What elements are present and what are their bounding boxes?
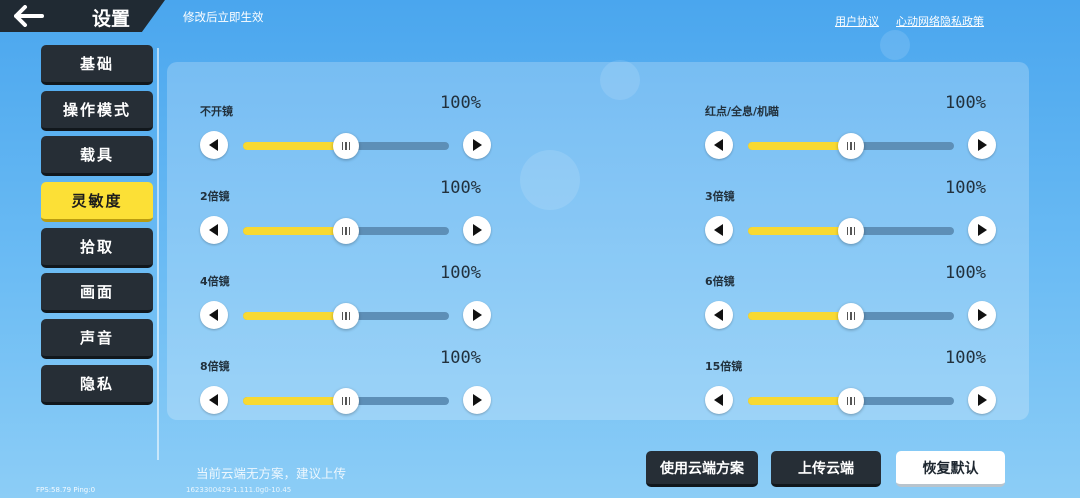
sidebar-divider [157, 48, 159, 460]
apply-hint-text: 修改后立即生效 [183, 10, 264, 24]
slider-thumb[interactable] [838, 303, 864, 329]
page-title: 设置 [92, 8, 131, 30]
sidebar-item-privacy[interactable]: 隐私 [41, 364, 153, 405]
slider-label: 2倍镜 [200, 190, 230, 203]
slider-8x-scope: 8倍镜 100% [200, 330, 494, 414]
decrease-button[interactable] [705, 386, 733, 414]
decrease-button[interactable] [705, 131, 733, 159]
slider-track[interactable] [243, 133, 449, 159]
slider-label: 8倍镜 [200, 360, 230, 373]
slider-label: 6倍镜 [705, 275, 735, 288]
slider-thumb[interactable] [838, 218, 864, 244]
increase-button[interactable] [463, 301, 491, 329]
increase-button[interactable] [463, 386, 491, 414]
slider-value: 100% [945, 178, 986, 198]
left-triangle-icon [714, 309, 723, 321]
sidebar-item-sound[interactable]: 声音 [41, 319, 153, 360]
right-triangle-icon [978, 139, 987, 151]
left-triangle-icon [714, 224, 723, 236]
increase-button[interactable] [968, 216, 996, 244]
use-cloud-scheme-button[interactable]: 使用云端方案 [646, 451, 758, 487]
increase-button[interactable] [968, 386, 996, 414]
sensitivity-panel: 不开镜 100% 红点/全息/机瞄 100% 2倍镜 100% 3倍镜 100%… [167, 62, 1029, 420]
slider-thumb[interactable] [333, 218, 359, 244]
slider-track[interactable] [243, 218, 449, 244]
decrease-button[interactable] [705, 301, 733, 329]
increase-button[interactable] [968, 301, 996, 329]
sidebar-item-control-mode[interactable]: 操作模式 [41, 90, 153, 131]
slider-label: 不开镜 [200, 105, 233, 118]
slider-thumb[interactable] [333, 303, 359, 329]
right-triangle-icon [978, 224, 987, 236]
slider-track[interactable] [748, 133, 954, 159]
left-triangle-icon [209, 394, 218, 406]
right-triangle-icon [978, 394, 987, 406]
slider-4x-scope: 4倍镜 100% [200, 245, 494, 329]
decrease-button[interactable] [200, 131, 228, 159]
slider-no-scope: 不开镜 100% [200, 75, 494, 159]
slider-track[interactable] [748, 218, 954, 244]
left-triangle-icon [209, 309, 218, 321]
slider-label: 15倍镜 [705, 360, 743, 373]
sidebar-item-vehicle[interactable]: 载具 [41, 136, 153, 177]
back-arrow-icon [14, 5, 44, 27]
left-triangle-icon [209, 139, 218, 151]
right-triangle-icon [473, 309, 482, 321]
slider-track[interactable] [243, 303, 449, 329]
slider-2x-scope: 2倍镜 100% [200, 160, 494, 244]
build-version: 1623300429-1.111.0g0-10.45 [186, 486, 292, 494]
back-button[interactable] [0, 0, 165, 32]
decrease-button[interactable] [200, 216, 228, 244]
decrease-button[interactable] [200, 301, 228, 329]
left-triangle-icon [209, 224, 218, 236]
decrease-button[interactable] [705, 216, 733, 244]
increase-button[interactable] [968, 131, 996, 159]
slider-track[interactable] [243, 388, 449, 414]
slider-value: 100% [945, 93, 986, 113]
slider-label: 3倍镜 [705, 190, 735, 203]
privacy-policy-link[interactable]: 心动网络隐私政策 [896, 13, 984, 29]
slider-track[interactable] [748, 303, 954, 329]
restore-default-button[interactable]: 恢复默认 [896, 451, 1005, 487]
user-agreement-link[interactable]: 用户协议 [835, 13, 879, 29]
slider-6x-scope: 6倍镜 100% [705, 245, 999, 329]
increase-button[interactable] [463, 131, 491, 159]
left-triangle-icon [714, 394, 723, 406]
fps-readout: FPS:58.79 Ping:0 [36, 486, 96, 494]
slider-value: 100% [440, 348, 481, 368]
sidebar-item-sensitivity[interactable]: 灵敏度 [41, 182, 153, 223]
slider-value: 100% [945, 348, 986, 368]
settings-sidebar: 基础 操作模式 载具 灵敏度 拾取 画面 声音 隐私 [41, 45, 153, 411]
right-triangle-icon [473, 224, 482, 236]
slider-label: 4倍镜 [200, 275, 230, 288]
decrease-button[interactable] [200, 386, 228, 414]
sidebar-item-basic[interactable]: 基础 [41, 45, 153, 85]
slider-track[interactable] [748, 388, 954, 414]
slider-thumb[interactable] [333, 133, 359, 159]
slider-value: 100% [945, 263, 986, 283]
upload-cloud-button[interactable]: 上传云端 [771, 451, 881, 487]
slider-value: 100% [440, 263, 481, 283]
increase-button[interactable] [463, 216, 491, 244]
sidebar-item-graphics[interactable]: 画面 [41, 273, 153, 314]
slider-red-dot-holo-iron: 红点/全息/机瞄 100% [705, 75, 999, 159]
slider-thumb[interactable] [838, 388, 864, 414]
slider-value: 100% [440, 178, 481, 198]
slider-3x-scope: 3倍镜 100% [705, 160, 999, 244]
sidebar-item-pickup[interactable]: 拾取 [41, 227, 153, 268]
right-triangle-icon [473, 139, 482, 151]
right-triangle-icon [978, 309, 987, 321]
slider-15x-scope: 15倍镜 100% [705, 330, 999, 414]
slider-thumb[interactable] [333, 388, 359, 414]
slider-thumb[interactable] [838, 133, 864, 159]
cloud-status-text: 当前云端无方案，建议上传 [196, 466, 347, 481]
slider-value: 100% [440, 93, 481, 113]
right-triangle-icon [473, 394, 482, 406]
slider-label: 红点/全息/机瞄 [705, 105, 780, 118]
left-triangle-icon [714, 139, 723, 151]
background-decoration [880, 30, 910, 60]
